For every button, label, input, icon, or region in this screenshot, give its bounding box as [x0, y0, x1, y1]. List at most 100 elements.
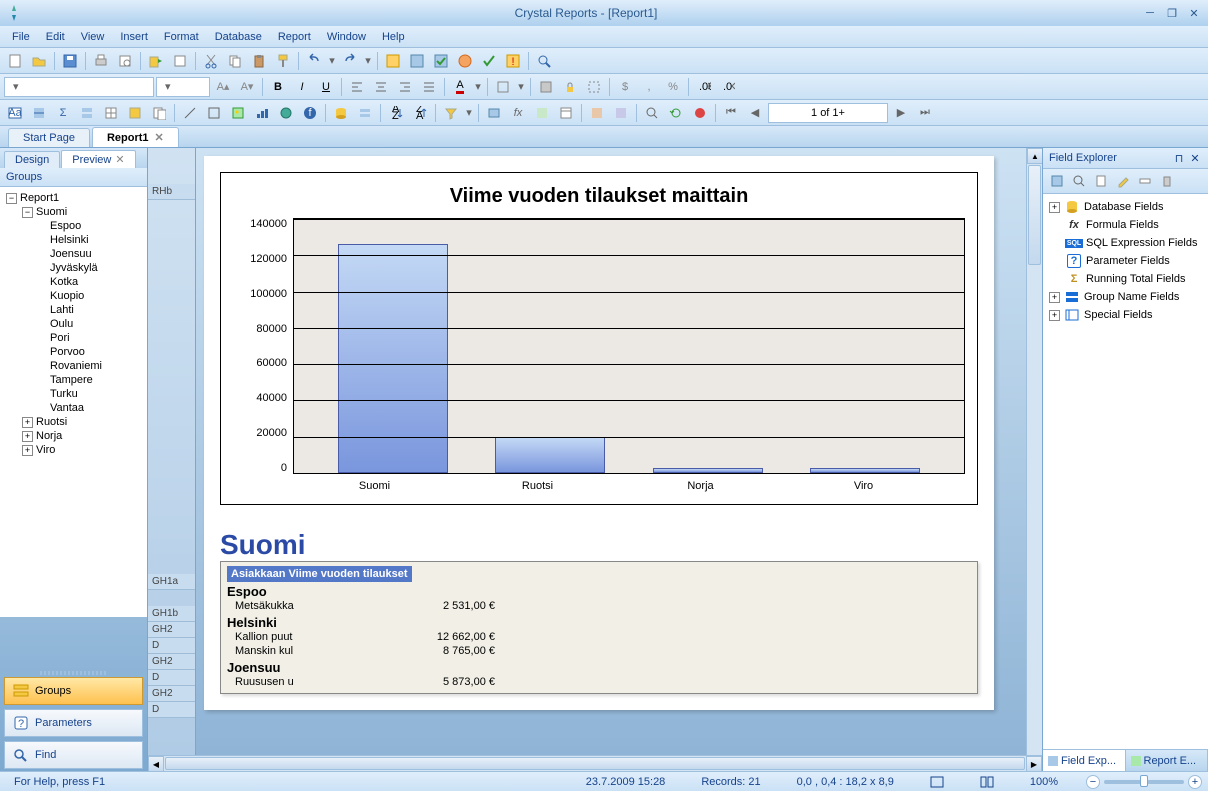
section-GH2[interactable]: GH2 — [148, 622, 195, 638]
menu-edit[interactable]: Edit — [38, 29, 73, 45]
tree-city[interactable]: Oulu — [2, 317, 145, 331]
insert-field-icon[interactable] — [1047, 171, 1067, 191]
zoom-slider[interactable] — [1104, 780, 1184, 784]
next-page-icon[interactable]: ▶ — [890, 102, 912, 124]
pin-icon[interactable]: ⊓ — [1172, 151, 1186, 165]
menu-report[interactable]: Report — [270, 29, 319, 45]
toggle1-icon[interactable] — [382, 50, 404, 72]
tree-city[interactable]: Kotka — [2, 275, 145, 289]
lock-size-icon[interactable] — [583, 76, 605, 98]
prev-page-icon[interactable]: ◀ — [744, 102, 766, 124]
bold-icon[interactable]: B — [267, 76, 289, 98]
scroll-left-icon[interactable]: ◀ — [148, 756, 164, 771]
formula-icon[interactable]: fx — [507, 102, 529, 124]
subreport-icon[interactable] — [148, 102, 170, 124]
tab-report-explorer[interactable]: Report E... — [1126, 750, 1208, 771]
report-canvas[interactable]: Viime vuoden tilaukset maittain 14000012… — [196, 148, 1026, 755]
check-icon[interactable] — [478, 50, 500, 72]
tree-city[interactable]: Jyväskylä — [2, 261, 145, 275]
menu-database[interactable]: Database — [207, 29, 270, 45]
tree-city[interactable]: Rovaniemi — [2, 359, 145, 373]
browse-field-icon[interactable] — [1069, 171, 1089, 191]
summary-icon[interactable] — [28, 102, 50, 124]
section-RHb[interactable]: RHb — [148, 184, 195, 200]
align-justify-icon[interactable] — [418, 76, 440, 98]
font-combo[interactable]: ▾ — [4, 77, 154, 97]
tree-city[interactable]: Pori — [2, 331, 145, 345]
vertical-scrollbar[interactable]: ▲ — [1026, 148, 1042, 755]
increase-font-icon[interactable]: A▴ — [212, 76, 234, 98]
tree-city[interactable]: Tampere — [2, 373, 145, 387]
field-item[interactable]: +Database Fields — [1045, 198, 1206, 216]
first-page-icon[interactable]: ⏮ — [720, 102, 742, 124]
tab-field-explorer[interactable]: Field Exp... — [1043, 750, 1126, 771]
scroll-right-icon[interactable]: ▶ — [1026, 756, 1042, 771]
menu-view[interactable]: View — [73, 29, 113, 45]
align-left-icon[interactable] — [346, 76, 368, 98]
menu-format[interactable]: Format — [156, 29, 207, 45]
horizontal-scrollbar[interactable]: ◀ ▶ — [148, 755, 1042, 771]
tree-country[interactable]: +Viro — [2, 443, 145, 457]
sort-asc-icon[interactable]: AZ — [385, 102, 407, 124]
field-item[interactable]: ?Parameter Fields — [1045, 252, 1206, 270]
border-icon[interactable] — [492, 76, 514, 98]
select-dropdown[interactable]: ▾ — [464, 102, 474, 124]
undo-icon[interactable] — [303, 50, 325, 72]
cut-icon[interactable] — [200, 50, 222, 72]
align-center-icon[interactable] — [370, 76, 392, 98]
stop-icon[interactable] — [689, 102, 711, 124]
increase-decimal-icon[interactable]: .00 — [693, 76, 715, 98]
suppress-icon[interactable] — [535, 76, 557, 98]
zoom-in-icon[interactable]: + — [1188, 775, 1202, 789]
group-icon[interactable] — [76, 102, 98, 124]
open-icon[interactable] — [28, 50, 50, 72]
select-expert-icon[interactable] — [440, 102, 462, 124]
format-expert-icon[interactable] — [610, 102, 632, 124]
redo-dropdown-icon[interactable]: ▾ — [363, 50, 373, 72]
picture-icon[interactable] — [227, 102, 249, 124]
toggle3-icon[interactable] — [430, 50, 452, 72]
nav-find[interactable]: Find — [4, 741, 143, 769]
zoom-control[interactable]: − + — [1086, 775, 1202, 789]
tab-start-page[interactable]: Start Page — [8, 128, 90, 147]
last-page-icon[interactable]: ⏭ — [914, 102, 936, 124]
refresh-data-icon[interactable] — [665, 102, 687, 124]
tab-preview[interactable]: Preview✕ — [61, 150, 135, 168]
tab-design[interactable]: Design — [4, 151, 60, 168]
paste-icon[interactable] — [248, 50, 270, 72]
font-size-combo[interactable]: ▾ — [156, 77, 210, 97]
section-GH1b[interactable]: GH1b — [148, 606, 195, 622]
new-field-icon[interactable] — [1091, 171, 1111, 191]
tree-suomi[interactable]: −Suomi — [2, 205, 145, 219]
box-icon[interactable] — [203, 102, 225, 124]
align-right-icon[interactable] — [394, 76, 416, 98]
tree-city[interactable]: Joensuu — [2, 247, 145, 261]
zoom-icon[interactable] — [641, 102, 663, 124]
nav-groups[interactable]: Groups — [4, 677, 143, 705]
close-icon[interactable]: ✕ — [115, 154, 124, 166]
menu-window[interactable]: Window — [319, 29, 374, 45]
tree-country[interactable]: +Ruotsi — [2, 415, 145, 429]
refresh-icon[interactable] — [169, 50, 191, 72]
tree-city[interactable]: Helsinki — [2, 233, 145, 247]
new-icon[interactable] — [4, 50, 26, 72]
crosstab-icon[interactable] — [124, 102, 146, 124]
tree-city[interactable]: Turku — [2, 387, 145, 401]
line-icon[interactable] — [179, 102, 201, 124]
export-icon[interactable] — [145, 50, 167, 72]
sigma-icon[interactable]: Σ — [52, 102, 74, 124]
italic-icon[interactable]: I — [291, 76, 313, 98]
print-icon[interactable] — [90, 50, 112, 72]
zoom-out-icon[interactable]: − — [1086, 775, 1100, 789]
find-icon[interactable] — [533, 50, 555, 72]
tree-root[interactable]: −Report1 — [2, 191, 145, 205]
font-color-icon[interactable]: A — [449, 76, 471, 98]
chart-icon[interactable] — [251, 102, 273, 124]
page-input[interactable] — [768, 103, 888, 123]
sort-desc-icon[interactable]: ZA — [409, 102, 431, 124]
section-GH1a[interactable]: GH1a — [148, 574, 195, 590]
section-D[interactable]: D — [148, 638, 195, 654]
nav-parameters[interactable]: ? Parameters — [4, 709, 143, 737]
edit-field-icon[interactable] — [1113, 171, 1133, 191]
tab-report1[interactable]: Report1✕ — [92, 127, 179, 147]
